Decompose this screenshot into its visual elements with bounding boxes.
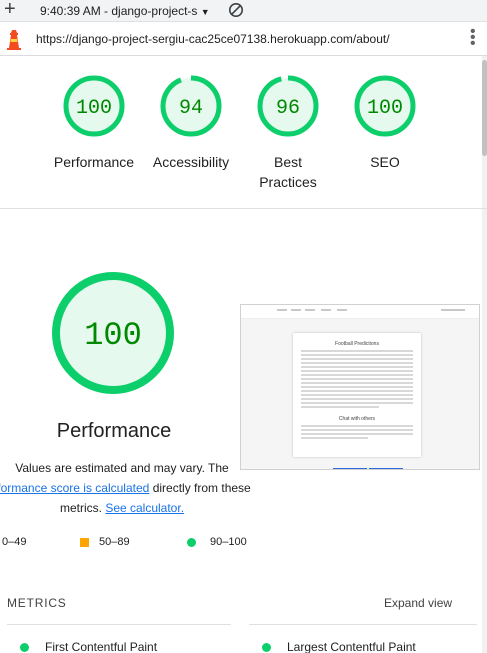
gauge-accessibility[interactable]: 94 Accessibility xyxy=(141,74,241,172)
metric-divider xyxy=(249,624,477,625)
section-divider xyxy=(0,208,487,209)
gauge-ring: 96 xyxy=(257,75,319,137)
final-screenshot[interactable]: Football Predictions Chat with others xyxy=(240,304,480,470)
expand-view-button[interactable]: Expand view xyxy=(384,596,452,610)
metric-fcp: First Contentful Paint xyxy=(20,640,157,653)
metrics-header: METRICS Expand view xyxy=(0,596,487,614)
thumb-buttons xyxy=(333,461,405,469)
gauge-score: 100 xyxy=(367,97,403,120)
performance-score: 100 xyxy=(84,317,142,354)
performance-description: Values are estimated and may vary. The r… xyxy=(0,458,252,518)
gauge-label: SEO xyxy=(370,154,400,170)
gauge-score: 96 xyxy=(276,97,300,120)
gauge-score: 100 xyxy=(76,97,112,120)
metric-lcp: Largest Contentful Paint xyxy=(262,640,416,653)
performance-title: Performance xyxy=(56,420,172,442)
metric-label: First Contentful Paint xyxy=(45,640,158,653)
dropdown-arrow-icon[interactable]: ▼ xyxy=(201,7,210,17)
gauge-label: Best Practices xyxy=(259,154,317,190)
gauge-ring: 94 xyxy=(160,75,222,137)
performance-gauge: 100 xyxy=(52,272,174,394)
legend-average-range: 50–89 xyxy=(99,536,130,548)
legend-pass: 90–100 xyxy=(187,536,247,548)
see-calculator-link[interactable]: See calculator. xyxy=(105,501,184,515)
metrics-title: METRICS xyxy=(7,596,67,610)
gauge-ring: 100 xyxy=(354,75,416,137)
pass-circle-icon xyxy=(262,643,271,653)
pass-circle-icon xyxy=(20,643,29,653)
gauge-seo[interactable]: 100 SEO xyxy=(335,74,435,172)
tab-title[interactable]: 9:40:39 AM - django-project-s ▼ xyxy=(40,4,210,18)
thumb-heading: Football Predictions xyxy=(335,341,379,347)
metric-label: Largest Contentful Paint xyxy=(287,640,416,653)
thumb-card: Football Predictions Chat with others xyxy=(293,333,421,457)
desc-text-1: Values are estimated and may vary. The xyxy=(15,461,229,475)
square-icon xyxy=(80,537,89,547)
thumb-subheading: Chat with others xyxy=(338,416,376,422)
url-text[interactable]: https://django-project-sergiu-cac25ce071… xyxy=(36,32,390,46)
score-legend: 0–49 50–89 90–100 xyxy=(0,532,487,552)
thumb-navbar xyxy=(241,305,479,319)
tab-title-text: 9:40:39 AM - django-project-s xyxy=(40,4,198,18)
legend-fail-range: 0–49 xyxy=(2,536,27,548)
legend-average: 50–89 xyxy=(80,536,130,548)
plus-icon[interactable]: + xyxy=(4,0,16,20)
blocked-icon[interactable] xyxy=(228,2,244,18)
legend-pass-range: 90–100 xyxy=(210,536,247,548)
gauge-label: Accessibility xyxy=(152,154,230,170)
legend-fail: 0–49 xyxy=(2,536,26,548)
gauge-label: Performance xyxy=(53,154,135,170)
gauge-ring: 100 xyxy=(63,75,125,137)
kebab-menu-icon[interactable]: • • • xyxy=(470,24,476,52)
score-calculated-link[interactable]: rformance score is calculated xyxy=(0,481,149,495)
url-bar: https://django-project-sergiu-cac25ce071… xyxy=(0,22,487,56)
gauge-best-practices[interactable]: 96 Best Practices xyxy=(238,74,338,192)
gauge-score: 94 xyxy=(179,97,203,120)
summary-gauges: 100 Performance 94 Accessibility 96 Best… xyxy=(0,62,487,208)
tab-strip: + 9:40:39 AM - django-project-s ▼ xyxy=(0,0,487,22)
metric-divider xyxy=(7,624,231,625)
circle-icon xyxy=(187,537,196,547)
lighthouse-icon xyxy=(7,30,21,50)
gauge-performance[interactable]: 100 Performance xyxy=(44,74,144,172)
